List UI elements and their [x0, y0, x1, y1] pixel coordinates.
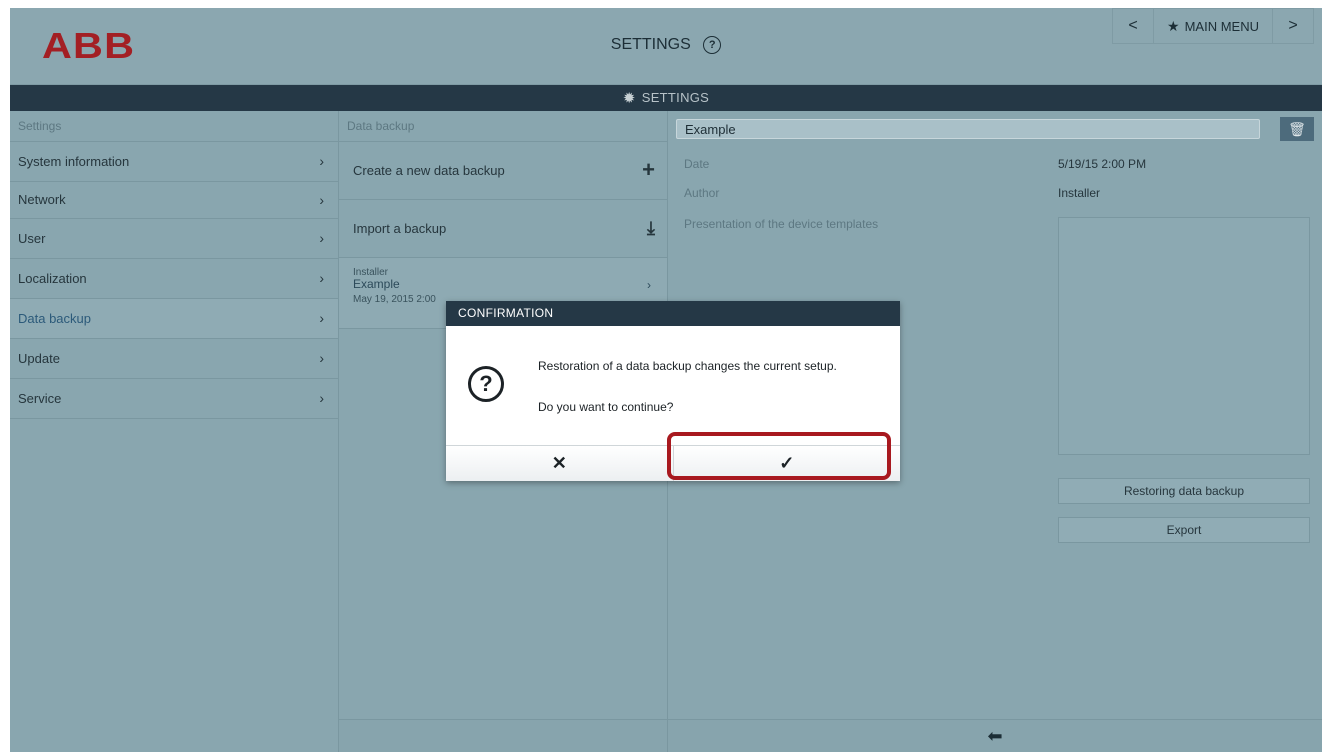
import-backup-label: Import a backup [353, 221, 447, 236]
sidebar-item-label: Data backup [18, 311, 91, 326]
settings-menu-column: Settings System information › Network › … [10, 111, 339, 752]
dialog-message-line-1: Restoration of a data backup changes the… [538, 359, 837, 373]
chevron-right-icon: › [319, 390, 324, 406]
settings-section-bar: ✹ SETTINGS [10, 85, 1322, 111]
sidebar-item-data-backup[interactable]: Data backup › [10, 299, 338, 339]
chevron-right-icon: › [319, 192, 324, 208]
description-textarea[interactable] [1058, 217, 1310, 455]
dialog-message-line-2: Do you want to continue? [538, 400, 674, 414]
sidebar-item-label: Update [18, 351, 60, 366]
create-backup-label: Create a new data backup [353, 163, 505, 178]
chevron-right-icon: › [319, 230, 324, 246]
plus-icon: + [642, 157, 655, 182]
nav-next-button[interactable]: > [1272, 9, 1313, 43]
export-button[interactable]: Export [1058, 517, 1310, 543]
backup-bottom-bar [339, 719, 667, 752]
confirm-button-highlight [667, 432, 891, 480]
cancel-button[interactable]: ✕ [446, 446, 674, 481]
data-backup-heading: Data backup [339, 111, 667, 142]
detail-bottom-bar: ⬅ [668, 719, 1322, 752]
app-window: ABB SETTINGS ? < ★ MAIN MENU > ✹ SETTINGS… [10, 8, 1322, 752]
chevron-right-icon: › [319, 310, 324, 326]
author-value: Installer [1058, 186, 1101, 200]
chevron-right-icon: › [319, 350, 324, 366]
sidebar-item-service[interactable]: Service › [10, 379, 338, 419]
trash-icon[interactable]: 🗑 [1280, 117, 1314, 141]
import-backup-item[interactable]: Import a backup ⤓ [339, 200, 667, 258]
create-backup-item[interactable]: Create a new data backup + [339, 142, 667, 200]
backup-entry-date: May 19, 2015 2:00 [353, 294, 436, 305]
main-menu-label: MAIN MENU [1184, 18, 1259, 34]
main-menu-button[interactable]: ★ MAIN MENU [1153, 9, 1272, 43]
restore-backup-button[interactable]: Restoring data backup [1058, 478, 1310, 504]
question-icon: ? [468, 366, 504, 402]
sidebar-item-update[interactable]: Update › [10, 339, 338, 379]
help-icon[interactable]: ? [703, 36, 722, 54]
sidebar-item-localization[interactable]: Localization › [10, 259, 338, 299]
close-icon: ✕ [551, 453, 567, 473]
sidebar-item-network[interactable]: Network › [10, 182, 338, 219]
chevron-right-icon: › [647, 278, 651, 292]
settings-section-label: SETTINGS [641, 90, 710, 105]
sidebar-item-label: System information [18, 154, 130, 169]
star-icon: ★ [1167, 17, 1180, 34]
backup-name-field[interactable]: Example [676, 119, 1260, 139]
top-bar: ABB SETTINGS ? < ★ MAIN MENU > [10, 8, 1322, 85]
gear-icon: ✹ [622, 90, 636, 107]
import-icon: ⤓ [647, 218, 655, 238]
sidebar-item-system-information[interactable]: System information › [10, 142, 338, 182]
backup-entry-name: Example [353, 277, 400, 291]
sidebar-item-label: Localization [18, 271, 87, 286]
settings-menu-heading: Settings [10, 111, 338, 142]
description-label: Presentation of the device templates [684, 217, 879, 231]
back-arrow-icon[interactable]: ⬅ [987, 726, 1002, 747]
dialog-title: CONFIRMATION [446, 301, 900, 326]
nav-prev-button[interactable]: < [1113, 9, 1153, 43]
top-navigation: < ★ MAIN MENU > [1112, 8, 1314, 44]
sidebar-item-label: Network [18, 192, 66, 207]
sidebar-item-user[interactable]: User › [10, 219, 338, 259]
sidebar-item-label: Service [18, 391, 62, 406]
chevron-right-icon: › [319, 270, 324, 286]
author-label: Author [684, 186, 720, 200]
page-title-text: SETTINGS [610, 36, 691, 54]
date-label: Date [684, 157, 710, 171]
sidebar-item-label: User [18, 231, 46, 246]
chevron-right-icon: › [319, 153, 324, 169]
date-value: 5/19/15 2:00 PM [1058, 157, 1147, 171]
